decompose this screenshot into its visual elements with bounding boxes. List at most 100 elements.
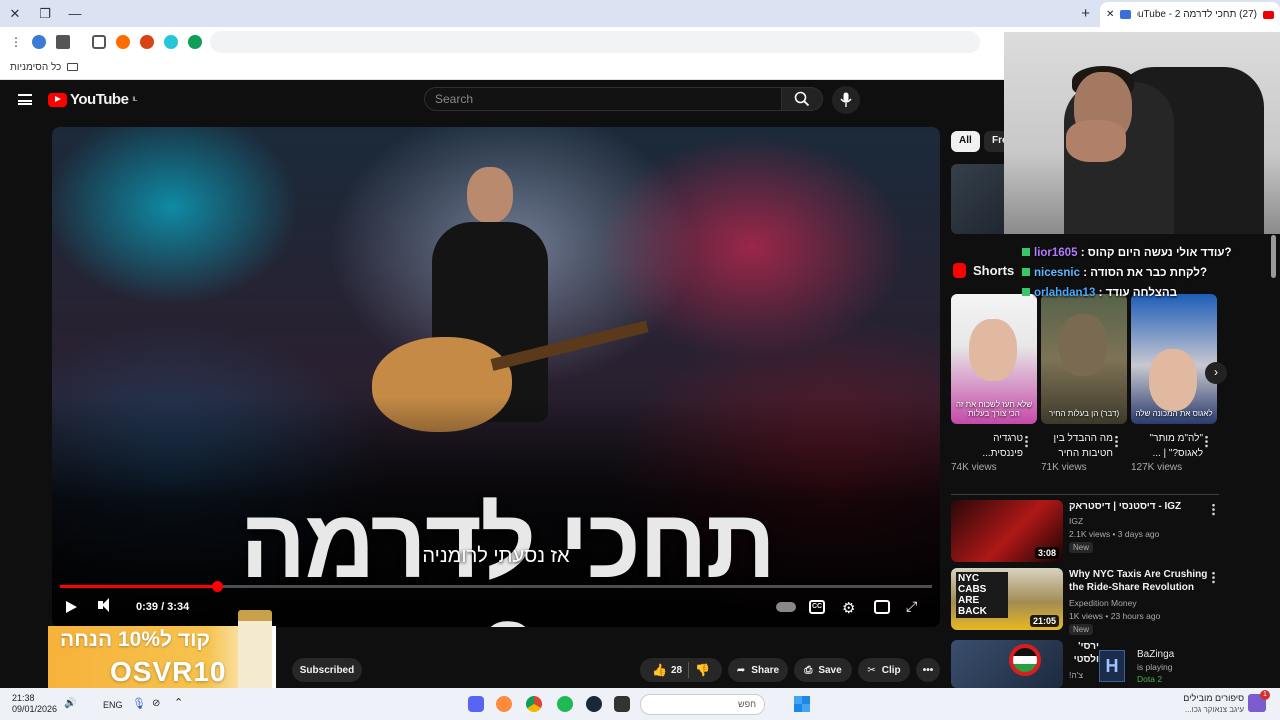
clip-label: Clip (881, 664, 901, 676)
notification-icon[interactable] (1248, 690, 1270, 712)
more-options-icon[interactable] (1115, 435, 1118, 448)
browser-titlebar: ✕ ❐ — + ✕ (27) תחכי לדרמה 2 - YouTube (0, 0, 1280, 27)
more-options-icon[interactable] (1212, 503, 1215, 516)
player-status: is playing (1137, 662, 1173, 672)
short-title[interactable]: טרגדיה פיננסית... (951, 431, 1023, 461)
recommendation-title[interactable]: דיסטנסי | דיסטראק - IGZ (1069, 500, 1209, 513)
recommendation-title[interactable]: Why NYC Taxis Are Crushing the Ride-Shar… (1069, 568, 1209, 594)
clock-date: 09/01/2026 (12, 704, 58, 714)
scrollbar[interactable] (1271, 235, 1276, 278)
chip-all[interactable]: All (951, 131, 980, 152)
short-views: 74K views (951, 462, 997, 473)
microphone-tray-icon[interactable]: 🎙 (132, 697, 146, 710)
network-off-icon[interactable]: ⊘ (152, 698, 160, 709)
profile-avatar-icon[interactable] (32, 35, 46, 49)
discord-icon[interactable] (468, 696, 484, 712)
recommendation-thumbnail[interactable]: 3:08 (951, 500, 1063, 562)
more-options-icon[interactable] (1025, 435, 1028, 448)
volume-icon[interactable] (98, 598, 114, 612)
recommendation-channel[interactable]: צ'ה! (1069, 670, 1083, 680)
recommendation-meta: 2.1K views • 3 days ago (1069, 529, 1160, 539)
menu-kebab-icon[interactable]: ⋮ (10, 35, 22, 49)
shorts-next-arrow-icon[interactable]: › (1205, 362, 1227, 384)
recommendation-thumbnail[interactable] (951, 640, 1063, 688)
extension-green-icon[interactable] (188, 35, 202, 49)
subscribed-button[interactable]: Subscribed (292, 658, 362, 682)
close-window-icon[interactable]: ✕ (6, 5, 24, 23)
steam-icon[interactable] (586, 696, 602, 712)
duration-badge: 3:08 (1034, 547, 1059, 559)
address-bar[interactable] (210, 31, 980, 53)
settings-gear-icon[interactable]: ⚙ (842, 599, 855, 617)
browser-tab[interactable]: ✕ (27) תחכי לדרמה 2 - YouTube (1100, 2, 1280, 27)
windows-taskbar: 21:38 09/01/2026 🔊 ENG 🎙 ⊘ ⌃ חפש סיפורים… (0, 688, 1280, 720)
media-control-icon[interactable] (56, 35, 70, 49)
extension-red-icon[interactable] (140, 35, 154, 49)
now-playing-card[interactable]: H BaZinga is playing Dota 2 (1095, 648, 1225, 688)
chat-username: orlahdan13 (1034, 287, 1096, 299)
app-dark-icon[interactable] (614, 696, 630, 712)
restore-window-icon[interactable]: ❐ (36, 5, 54, 23)
recommendation-channel[interactable]: IGZ (1069, 516, 1083, 526)
save-button[interactable]: ⎙ Save (794, 658, 852, 682)
short-views: 127K views (1131, 462, 1183, 473)
extension-orange-icon[interactable] (116, 35, 130, 49)
extension-cyan-icon[interactable] (164, 35, 178, 49)
clock[interactable]: 21:38 09/01/2026 (12, 693, 57, 715)
play-icon[interactable] (66, 601, 77, 613)
progress-scrubber[interactable] (211, 581, 223, 592)
new-tab-icon[interactable]: + (1081, 5, 1090, 22)
save-label: Save (818, 664, 842, 676)
like-button[interactable]: 👍 28 (652, 663, 682, 677)
speaker-icon[interactable]: 🔊 (64, 698, 76, 709)
tray-chevron-icon[interactable]: ⌃ (174, 696, 183, 709)
more-actions-button[interactable]: ••• (916, 658, 940, 682)
spotify-icon[interactable] (557, 696, 573, 712)
more-options-icon[interactable] (1212, 571, 1215, 584)
share-button[interactable]: ➦ Share (728, 658, 788, 682)
youtube-logo[interactable]: YouTube IL (48, 91, 137, 108)
windows-start-icon[interactable] (794, 696, 810, 712)
thumbs-down-icon[interactable]: 👎 (695, 663, 710, 677)
youtube-play-logo-icon (48, 92, 67, 107)
chat-message: lior1605 : עודד אולי נעשה היום קהוס? (1022, 247, 1232, 259)
news-widget[interactable]: סיפורים מובילים עיגב צנאוקר גכו... (1164, 693, 1244, 715)
video-player[interactable]: תחכי לדרמה 2 אז נסעתי לרומניה 0:39 / 3:3… (52, 127, 940, 627)
promo-banner: קוד ל10% הנחה OSVR10 (48, 610, 276, 694)
recommendation-thumbnail[interactable] (951, 164, 1011, 234)
chrome-icon[interactable] (526, 696, 542, 712)
short-title[interactable]: "לה"מ מותר" לאגוס?" | ... (1131, 431, 1203, 461)
app-orange-icon[interactable] (496, 696, 512, 712)
minimize-window-icon[interactable]: — (66, 5, 84, 23)
short-thumbnail[interactable]: לאגוס את המכונה שלה (1131, 294, 1217, 424)
search-button[interactable] (781, 87, 823, 111)
time-display: 0:39 / 3:34 (136, 601, 190, 613)
language-indicator[interactable]: ENG (103, 700, 123, 710)
hamburger-menu-icon[interactable] (18, 94, 32, 105)
more-horizontal-icon: ••• (922, 664, 934, 676)
search-icon (794, 91, 810, 107)
progress-bar[interactable] (60, 581, 932, 592)
short-title[interactable]: מה ההבדל בין חטיבות החיר (1041, 431, 1113, 461)
more-options-icon[interactable] (1205, 435, 1208, 448)
miniplayer-icon[interactable] (874, 600, 890, 614)
extensions-icon[interactable] (92, 35, 106, 49)
all-bookmarks-button[interactable]: כל הסימניות (10, 62, 79, 73)
clip-button[interactable]: ✂ Clip (858, 658, 910, 682)
share-icon: ➦ (736, 664, 746, 676)
short-thumbnail[interactable]: שלא תעז לשכוח את זה הכי צורך בעלות (951, 294, 1037, 424)
voice-search-button[interactable] (832, 86, 860, 114)
divider (951, 494, 1219, 495)
tab-close-icon[interactable]: ✕ (1106, 9, 1114, 20)
taskbar-search-input[interactable]: חפש (640, 694, 765, 715)
autoplay-toggle[interactable] (776, 602, 796, 612)
thumbnail-text: NYC CABS ARE BACK (956, 572, 1008, 618)
short-thumbnail[interactable]: (דבר) הן בעלות החיר (1041, 294, 1127, 424)
captions-icon[interactable]: CC (809, 600, 825, 614)
microphone-icon (840, 92, 852, 107)
thumbs-up-icon: 👍 (651, 663, 667, 677)
recommendation-thumbnail[interactable]: NYC CABS ARE BACK 21:05 (951, 568, 1063, 630)
search-input[interactable]: Search (424, 87, 782, 111)
recommendation-channel[interactable]: Expedition Money (1069, 598, 1137, 608)
fullscreen-icon[interactable]: ⤢ (906, 598, 917, 615)
